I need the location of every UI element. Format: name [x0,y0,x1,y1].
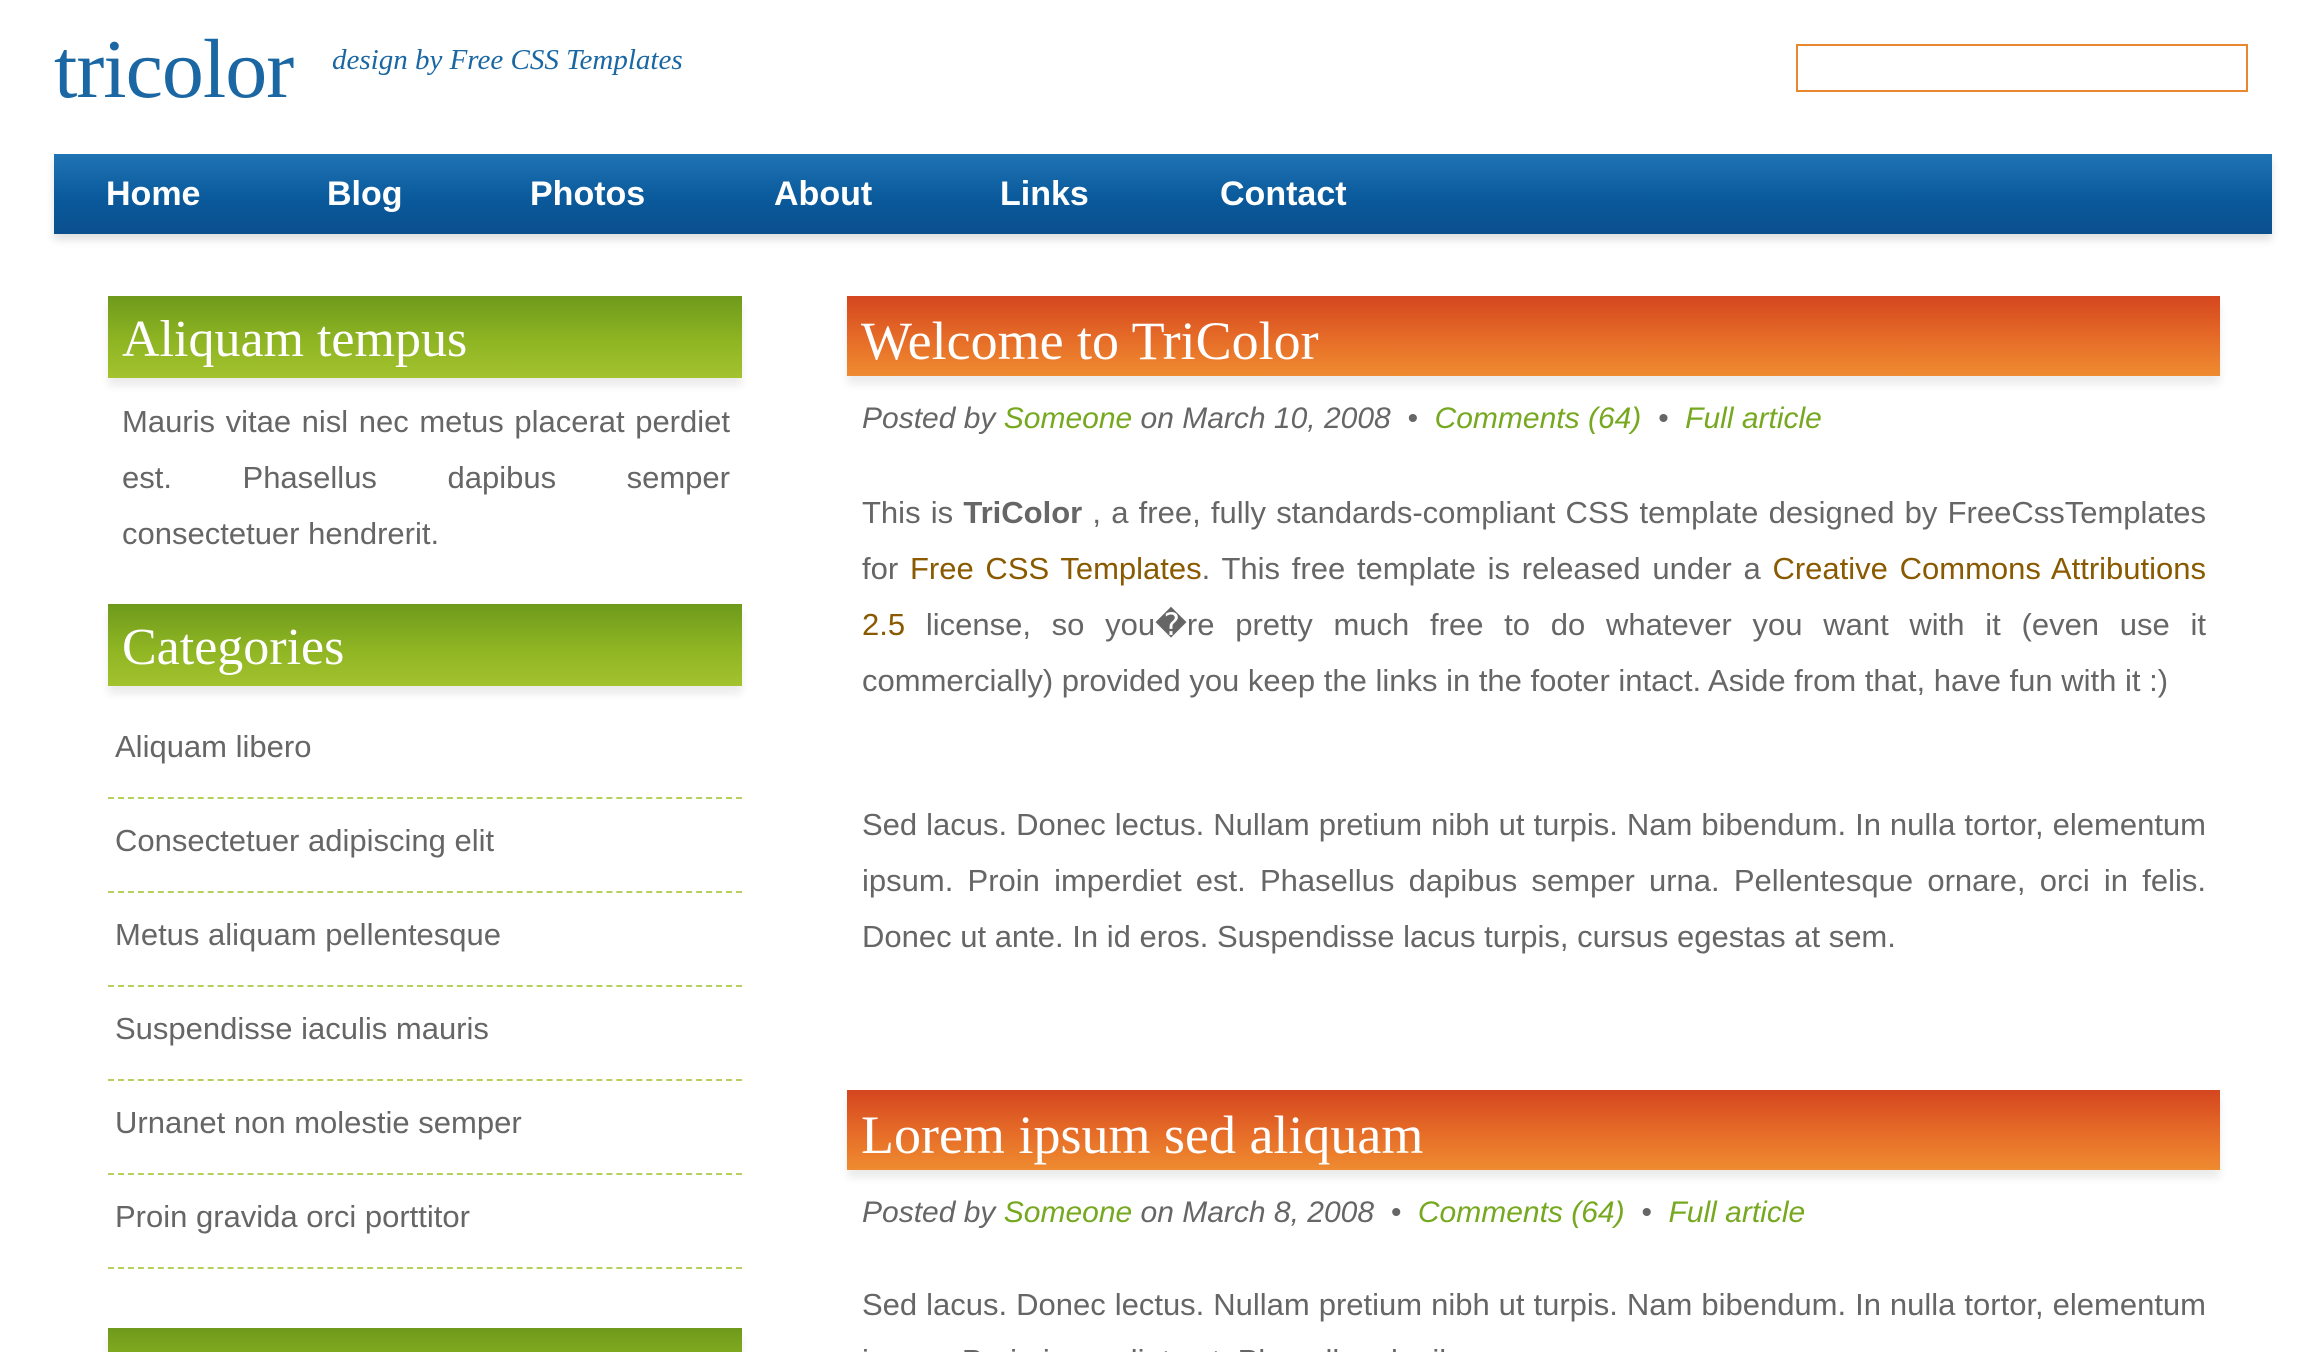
full-article-link[interactable]: Full article [1685,402,1822,435]
search-input[interactable] [1796,44,2248,92]
categories-title: Categories [108,604,742,686]
meta-separator: • [1641,1196,1652,1229]
free-css-templates-link[interactable]: Free CSS Templates [910,551,1202,586]
post-text: license, so you�re pretty much free to d… [862,607,2206,698]
menu-item-photos[interactable]: Photos [530,154,645,234]
category-link[interactable]: Consectetuer adipiscing elit [108,799,742,893]
posted-by-label: Posted by [862,402,996,435]
menu-item-contact[interactable]: Contact [1220,154,1347,234]
post-bold-text: TriColor [963,495,1083,530]
meta-separator: • [1390,1196,1402,1229]
author-link[interactable]: Someone [1004,402,1132,435]
site-logo[interactable]: tricolor [54,20,294,120]
post-meta: Posted by Someone on March 10, 2008 • Co… [862,402,1822,436]
post-text: . This free template is released under a [1201,551,1773,586]
category-link[interactable]: Suspendisse iaculis mauris [108,987,742,1081]
category-link[interactable]: Metus aliquam pellentesque [108,893,742,987]
menu-item-blog[interactable]: Blog [327,154,403,234]
meta-separator: • [1657,402,1669,435]
author-link[interactable]: Someone [1004,1196,1132,1229]
comments-link[interactable]: Comments (64) [1418,1196,1625,1229]
menu-item-home[interactable]: Home [106,154,200,234]
menu-item-links[interactable]: Links [1000,154,1089,234]
meta-separator: • [1407,402,1418,435]
full-article-link[interactable]: Full article [1668,1196,1805,1229]
post-title[interactable]: Lorem ipsum sed aliquam [847,1090,2220,1170]
post-title[interactable]: Welcome to TriColor [847,296,2220,376]
menu-item-about[interactable]: About [774,154,872,234]
sidebar-box-title: Aliquam tempus [108,296,742,378]
blogroll-title: Blogroll [108,1328,742,1352]
comments-link[interactable]: Comments (64) [1435,402,1642,435]
post-meta: Posted by Someone on March 8, 2008 • Com… [862,1196,1805,1230]
post-text: This is [862,495,964,530]
category-link[interactable]: Proin gravida orci porttitor [108,1175,742,1269]
post-paragraph: Sed lacus. Donec lectus. Nullam pretium … [862,807,2206,954]
post-paragraph: This is TriColor , a free, fully standar… [862,485,2206,709]
category-link[interactable]: Urnanet non molestie semper [108,1081,742,1175]
category-link[interactable]: Aliquam libero [108,705,742,799]
posted-by-label: Posted by [862,1196,996,1229]
header: tricolor design by Free CSS Templates [0,0,2314,150]
main-menu: Home Blog Photos About Links Contact [54,154,2272,234]
post-date: on March 8, 2008 [1140,1196,1375,1229]
site-tagline: design by Free CSS Templates [332,44,683,76]
post-date: on March 10, 2008 [1140,402,1391,435]
sidebar-box-text: Mauris vitae nisl nec metus placerat per… [122,404,730,551]
post-paragraph: Sed lacus. Donec lectus. Nullam pretium … [862,1287,2206,1352]
